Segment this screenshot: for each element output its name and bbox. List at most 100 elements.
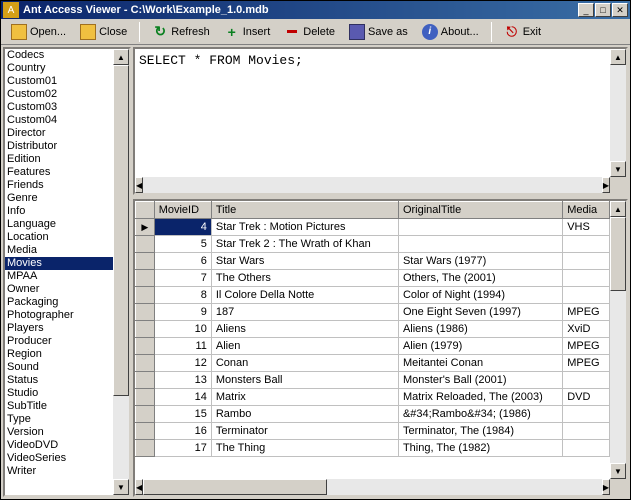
cell[interactable]: Aliens (1986): [398, 321, 562, 338]
column-header[interactable]: MovieID: [154, 202, 211, 219]
scroll-right-button[interactable]: ▶: [602, 479, 610, 495]
sidebar-item[interactable]: Sound: [5, 361, 113, 374]
cell[interactable]: [563, 423, 610, 440]
sidebar-item[interactable]: Studio: [5, 387, 113, 400]
sidebar-item[interactable]: Owner: [5, 283, 113, 296]
table-row[interactable]: 13Monsters BallMonster's Ball (2001): [136, 372, 610, 389]
sidebar-item[interactable]: Movies: [5, 257, 113, 270]
cell[interactable]: MPEG: [563, 338, 610, 355]
cell[interactable]: [563, 270, 610, 287]
sidebar-item[interactable]: Players: [5, 322, 113, 335]
cell[interactable]: [563, 406, 610, 423]
cell[interactable]: Star Trek : Motion Pictures: [211, 219, 398, 236]
cell[interactable]: Matrix: [211, 389, 398, 406]
sidebar-item[interactable]: VideoSeries: [5, 452, 113, 465]
scroll-left-button[interactable]: ◀: [135, 177, 143, 193]
cell[interactable]: Terminator, The (1984): [398, 423, 562, 440]
row-indicator[interactable]: [136, 304, 155, 321]
sidebar-item[interactable]: VideoDVD: [5, 439, 113, 452]
sidebar-item[interactable]: Friends: [5, 179, 113, 192]
cell[interactable]: Star Trek 2 : The Wrath of Khan: [211, 236, 398, 253]
sidebar-item[interactable]: Packaging: [5, 296, 113, 309]
scroll-track[interactable]: [143, 177, 602, 193]
cell[interactable]: 17: [154, 440, 211, 457]
cell[interactable]: [563, 236, 610, 253]
cell[interactable]: 11: [154, 338, 211, 355]
scroll-down-button[interactable]: ▼: [610, 463, 626, 479]
cell[interactable]: 15: [154, 406, 211, 423]
sidebar-item[interactable]: Custom02: [5, 88, 113, 101]
table-row[interactable]: 15Rambo&#34;Rambo&#34; (1986): [136, 406, 610, 423]
table-row[interactable]: 12ConanMeitantei ConanMPEG: [136, 355, 610, 372]
table-row[interactable]: 11AlienAlien (1979)MPEG: [136, 338, 610, 355]
cell[interactable]: Il Colore Della Notte: [211, 287, 398, 304]
scroll-up-button[interactable]: ▲: [610, 201, 626, 217]
cell[interactable]: Star Wars: [211, 253, 398, 270]
cell[interactable]: [563, 372, 610, 389]
table-row[interactable]: 14MatrixMatrix Reloaded, The (2003)DVD: [136, 389, 610, 406]
row-indicator[interactable]: [136, 423, 155, 440]
sidebar-item[interactable]: Custom01: [5, 75, 113, 88]
cell[interactable]: [563, 440, 610, 457]
cell[interactable]: One Eight Seven (1997): [398, 304, 562, 321]
cell[interactable]: Alien (1979): [398, 338, 562, 355]
sidebar-item[interactable]: Features: [5, 166, 113, 179]
cell[interactable]: XviD: [563, 321, 610, 338]
scroll-right-button[interactable]: ▶: [602, 177, 610, 193]
about-button[interactable]: i About...: [416, 20, 485, 44]
sidebar-item[interactable]: Custom03: [5, 101, 113, 114]
scroll-thumb[interactable]: [113, 65, 129, 396]
cell[interactable]: 8: [154, 287, 211, 304]
table-row[interactable]: 16TerminatorTerminator, The (1984): [136, 423, 610, 440]
row-indicator[interactable]: [136, 355, 155, 372]
row-indicator[interactable]: [136, 236, 155, 253]
cell[interactable]: [398, 219, 562, 236]
sidebar-scrollbar[interactable]: ▲ ▼: [113, 49, 129, 495]
cell[interactable]: [563, 253, 610, 270]
scroll-up-button[interactable]: ▲: [113, 49, 129, 65]
cell[interactable]: Aliens: [211, 321, 398, 338]
saveas-button[interactable]: Save as: [343, 20, 414, 44]
sidebar-item[interactable]: Media: [5, 244, 113, 257]
row-indicator[interactable]: [136, 321, 155, 338]
scroll-thumb[interactable]: [610, 217, 626, 291]
scroll-down-button[interactable]: ▼: [113, 479, 129, 495]
cell[interactable]: VHS: [563, 219, 610, 236]
table-row[interactable]: 17The ThingThing, The (1982): [136, 440, 610, 457]
sql-hscrollbar[interactable]: ◀ ▶: [135, 177, 610, 193]
cell[interactable]: Monster's Ball (2001): [398, 372, 562, 389]
row-indicator[interactable]: [136, 389, 155, 406]
cell[interactable]: Monsters Ball: [211, 372, 398, 389]
open-button[interactable]: Open...: [5, 20, 72, 44]
row-indicator[interactable]: ▶: [136, 219, 155, 236]
table-row[interactable]: 6Star WarsStar Wars (1977): [136, 253, 610, 270]
cell[interactable]: MPEG: [563, 304, 610, 321]
sidebar-item[interactable]: Edition: [5, 153, 113, 166]
row-indicator[interactable]: [136, 253, 155, 270]
scroll-left-button[interactable]: ◀: [135, 479, 143, 495]
sql-editor[interactable]: SELECT * FROM Movies;: [135, 49, 610, 177]
sidebar-item[interactable]: Country: [5, 62, 113, 75]
cell[interactable]: Star Wars (1977): [398, 253, 562, 270]
cell[interactable]: 6: [154, 253, 211, 270]
sidebar-item[interactable]: Region: [5, 348, 113, 361]
scroll-down-button[interactable]: ▼: [610, 161, 626, 177]
sidebar-item[interactable]: Photographer: [5, 309, 113, 322]
row-indicator[interactable]: [136, 287, 155, 304]
data-grid[interactable]: MovieIDTitleOriginalTitleMedia▶4Star Tre…: [135, 201, 610, 479]
titlebar[interactable]: A Ant Access Viewer - C:\Work\Example_1.…: [1, 1, 630, 19]
cell[interactable]: Matrix Reloaded, The (2003): [398, 389, 562, 406]
sidebar-item[interactable]: Custom04: [5, 114, 113, 127]
scroll-thumb[interactable]: [143, 479, 326, 495]
row-header-corner[interactable]: [136, 202, 155, 219]
cell[interactable]: &#34;Rambo&#34; (1986): [398, 406, 562, 423]
row-indicator[interactable]: [136, 338, 155, 355]
row-indicator[interactable]: [136, 372, 155, 389]
row-indicator[interactable]: [136, 270, 155, 287]
cell[interactable]: 9: [154, 304, 211, 321]
cell[interactable]: MPEG: [563, 355, 610, 372]
cell[interactable]: 12: [154, 355, 211, 372]
column-header[interactable]: Title: [211, 202, 398, 219]
sidebar-item[interactable]: Version: [5, 426, 113, 439]
cell[interactable]: Alien: [211, 338, 398, 355]
